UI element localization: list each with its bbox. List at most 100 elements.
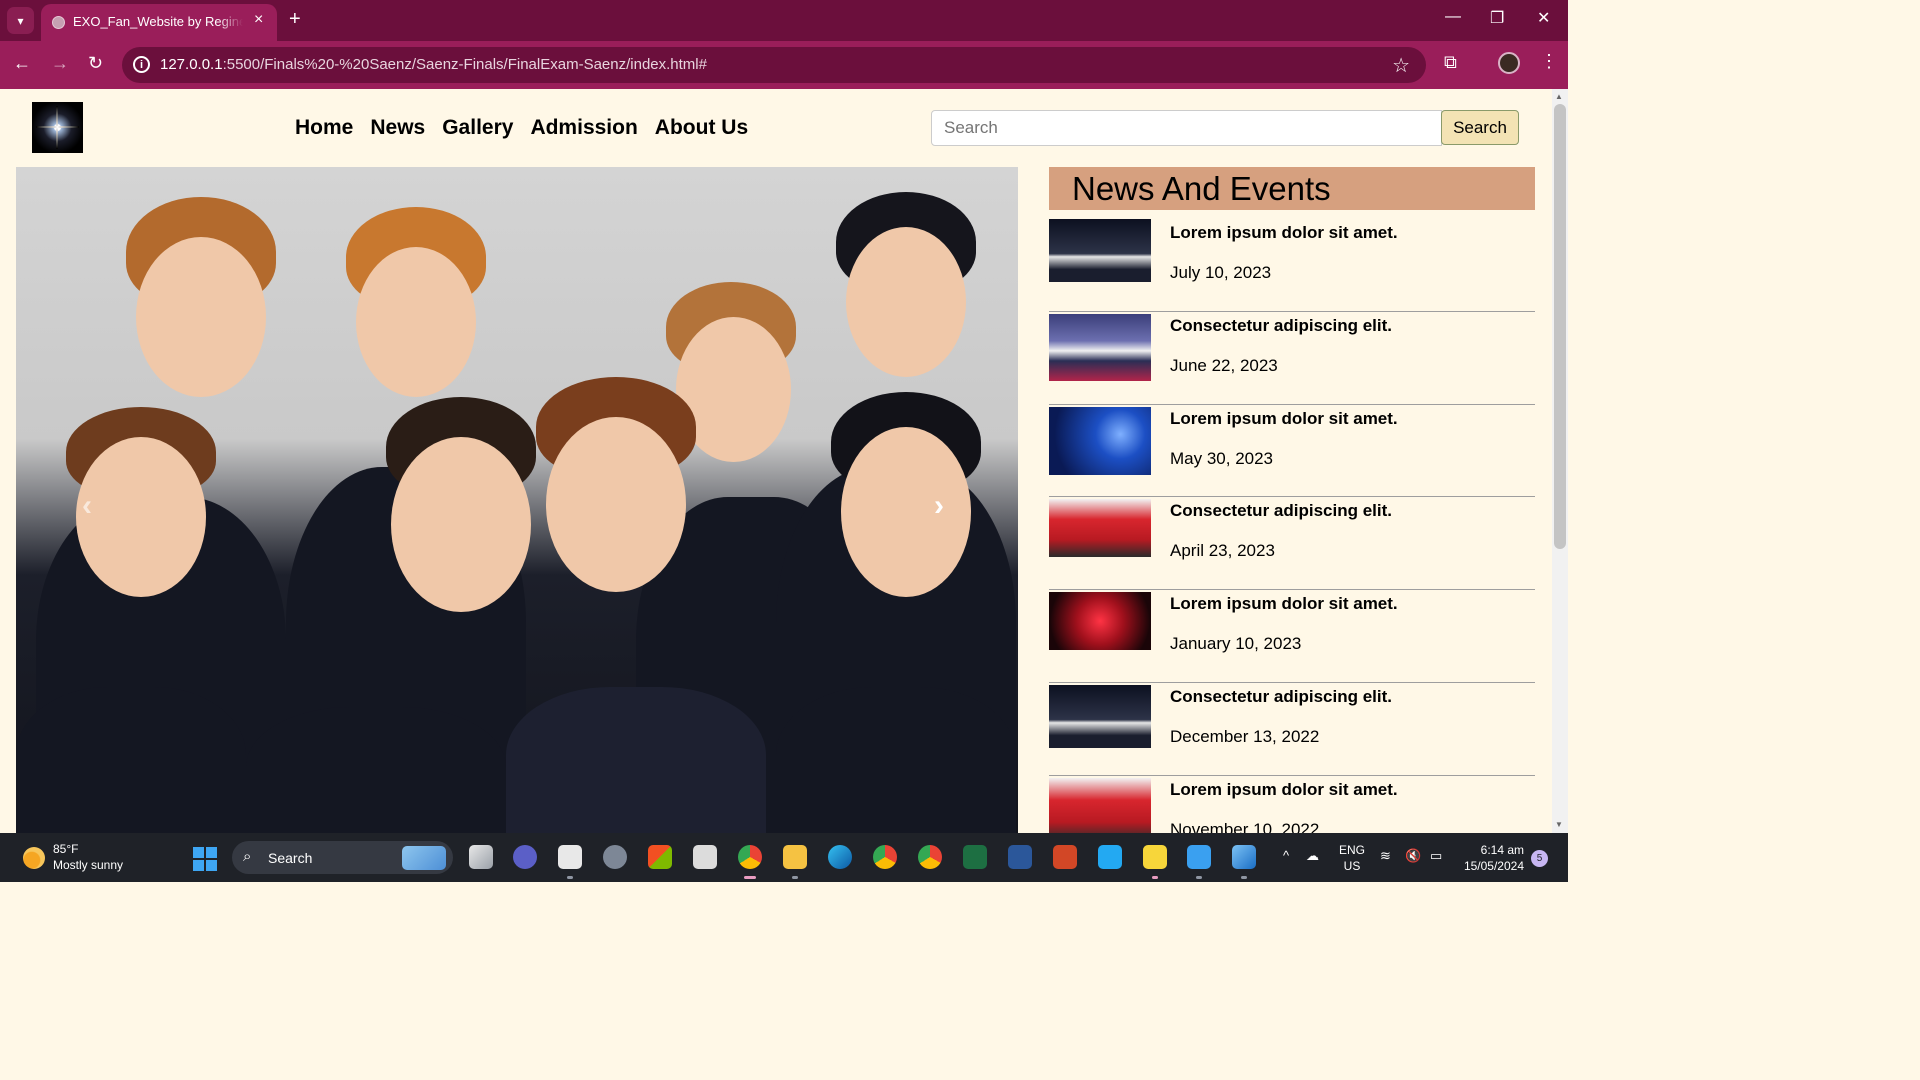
news-title: Consectetur adipiscing elit. xyxy=(1170,501,1392,521)
news-thumbnail xyxy=(1049,592,1151,651)
sticky-notes-icon[interactable] xyxy=(1143,845,1167,869)
tab-title: EXO_Fan_Website by Regine Saenz xyxy=(73,14,243,29)
wifi-icon[interactable]: ≋ xyxy=(1380,848,1391,864)
vscode-icon[interactable] xyxy=(1098,845,1122,869)
nav-home[interactable]: Home xyxy=(295,116,353,140)
minimize-button[interactable]: — xyxy=(1445,8,1461,26)
news-thumbnail xyxy=(1049,684,1151,748)
browser-tab-bar: ▾ EXO_Fan_Website by Regine Saenz × + — … xyxy=(0,0,1568,41)
news-date: July 10, 2023 xyxy=(1170,263,1272,282)
taskbar-search[interactable]: ⌕ Search xyxy=(232,841,453,874)
hero-carousel: ‹ › xyxy=(16,167,1018,833)
news-item[interactable]: Consectetur adipiscing elit. April 23, 2… xyxy=(1049,497,1535,591)
file-explorer-icon[interactable] xyxy=(783,845,807,869)
scrollbar-thumb[interactable] xyxy=(1554,104,1566,549)
edge-icon[interactable] xyxy=(828,845,852,869)
clock-date: 15/05/2024 xyxy=(1463,859,1524,873)
forward-icon[interactable]: → xyxy=(51,53,69,74)
close-tab-icon[interactable]: × xyxy=(254,11,263,29)
news-header: News And Events xyxy=(1049,167,1535,210)
reload-icon[interactable]: ↻ xyxy=(88,53,103,74)
clock-time: 6:14 am xyxy=(1480,843,1524,857)
news-date: June 22, 2023 xyxy=(1170,355,1278,375)
system-clock[interactable]: 6:14 am 15/05/2024 xyxy=(1461,842,1524,874)
notepad-app-icon[interactable] xyxy=(558,845,582,869)
cloud-icon[interactable]: ☁ xyxy=(1306,848,1319,864)
weather-temp: 85°F xyxy=(53,842,79,856)
profile-avatar[interactable] xyxy=(1498,52,1520,74)
photos-icon[interactable] xyxy=(1232,845,1256,869)
carousel-next-icon[interactable]: › xyxy=(934,489,944,523)
tab-search-button[interactable]: ▾ xyxy=(7,7,34,34)
show-hidden-icons[interactable]: ^ xyxy=(1283,848,1289,863)
scroll-down-icon[interactable]: ▼ xyxy=(1555,820,1563,829)
news-heading: News And Events xyxy=(1072,170,1331,207)
search-button[interactable]: Search xyxy=(1441,110,1519,145)
news-item[interactable]: Lorem ipsum dolor sit amet. May 30, 2023 xyxy=(1049,405,1535,498)
carousel-prev-icon[interactable]: ‹ xyxy=(82,489,92,523)
scroll-up-icon[interactable]: ▲ xyxy=(1555,92,1563,101)
nav-news[interactable]: News xyxy=(370,116,425,140)
news-thumbnail xyxy=(1049,777,1151,833)
news-thumbnail xyxy=(1049,219,1151,282)
browser-toolbar: ← → ↻ i 127.0.0.1:5500/Finals%20-%20Saen… xyxy=(0,41,1568,89)
region-code: US xyxy=(1343,859,1361,873)
back-icon[interactable]: ← xyxy=(13,53,31,74)
news-item[interactable]: Lorem ipsum dolor sit amet. November 10,… xyxy=(1049,776,1535,833)
news-thumbnail xyxy=(1049,499,1151,558)
start-button[interactable] xyxy=(193,847,217,871)
new-tab-button[interactable]: + xyxy=(289,8,301,31)
bookmark-star-icon[interactable]: ☆ xyxy=(1392,53,1410,78)
news-list: Lorem ipsum dolor sit amet. July 10, 202… xyxy=(1049,219,1535,833)
extensions-icon[interactable]: ⧉ xyxy=(1444,52,1457,73)
battery-icon[interactable]: ▭ xyxy=(1430,848,1442,864)
nav-admission[interactable]: Admission xyxy=(530,116,637,140)
task-view-icon[interactable] xyxy=(469,845,493,869)
news-title: Consectetur adipiscing elit. xyxy=(1170,315,1392,335)
news-date: December 13, 2022 xyxy=(1170,726,1320,746)
news-title: Lorem ipsum dolor sit amet. xyxy=(1170,594,1398,614)
browser-tab[interactable]: EXO_Fan_Website by Regine Saenz × xyxy=(41,4,277,41)
news-date: January 10, 2023 xyxy=(1170,634,1302,654)
news-thumbnail xyxy=(1049,313,1151,381)
news-title: Lorem ipsum dolor sit amet. xyxy=(1170,408,1398,428)
powerpoint-icon[interactable] xyxy=(1053,845,1077,869)
news-date: November 10, 2022 xyxy=(1170,819,1320,833)
url-host: 127.0.0.1 xyxy=(160,56,223,73)
settings-icon[interactable] xyxy=(603,845,627,869)
chrome-alt-icon[interactable] xyxy=(918,845,942,869)
url-path: :5500/Finals%20-%20Saenz/Saenz-Finals/Fi… xyxy=(222,56,707,73)
address-bar[interactable]: i 127.0.0.1:5500/Finals%20-%20Saenz/Saen… xyxy=(122,47,1426,83)
notepad-icon[interactable] xyxy=(1187,845,1211,869)
url-text: 127.0.0.1:5500/Finals%20-%20Saenz/Saenz-… xyxy=(160,56,707,73)
weather-icon[interactable] xyxy=(23,847,45,869)
word-icon[interactable] xyxy=(1008,845,1032,869)
chrome-icon[interactable] xyxy=(738,845,762,869)
language-indicator[interactable]: ENG US xyxy=(1339,842,1365,874)
excel-icon[interactable] xyxy=(963,845,987,869)
store-icon[interactable] xyxy=(648,845,672,869)
browser-menu-icon[interactable]: ⋮ xyxy=(1540,51,1558,72)
site-info-icon[interactable]: i xyxy=(133,56,150,73)
globe-icon xyxy=(52,16,65,29)
close-window-button[interactable]: ✕ xyxy=(1537,8,1550,28)
nav-about-us[interactable]: About Us xyxy=(655,116,748,140)
news-item[interactable]: Consectetur adipiscing elit. December 13… xyxy=(1049,683,1535,776)
taskbar: 85°F Mostly sunny ⌕ Search ^ ☁ ≋ 🔇 ▭ ENG… xyxy=(0,833,1568,882)
main-nav: Home News Gallery Admission About Us xyxy=(295,116,748,140)
news-title: Consectetur adipiscing elit. xyxy=(1170,686,1392,706)
volume-muted-icon[interactable]: 🔇 xyxy=(1405,848,1421,864)
news-item[interactable]: Lorem ipsum dolor sit amet. July 10, 202… xyxy=(1049,219,1535,312)
taskbar-search-label: Search xyxy=(268,850,313,866)
restore-button[interactable]: ❐ xyxy=(1490,8,1504,28)
language-code: ENG xyxy=(1339,843,1366,857)
nav-gallery[interactable]: Gallery xyxy=(442,116,513,140)
chrome-profile-icon[interactable] xyxy=(873,845,897,869)
site-logo[interactable] xyxy=(32,102,83,153)
news-item[interactable]: Lorem ipsum dolor sit amet. January 10, … xyxy=(1049,590,1535,683)
news-item[interactable]: Consectetur adipiscing elit. June 22, 20… xyxy=(1049,312,1535,405)
search-input[interactable] xyxy=(931,110,1442,146)
snipping-tool-icon[interactable] xyxy=(693,845,717,869)
notification-badge[interactable]: 5 xyxy=(1531,850,1548,867)
chat-icon[interactable] xyxy=(513,845,537,869)
